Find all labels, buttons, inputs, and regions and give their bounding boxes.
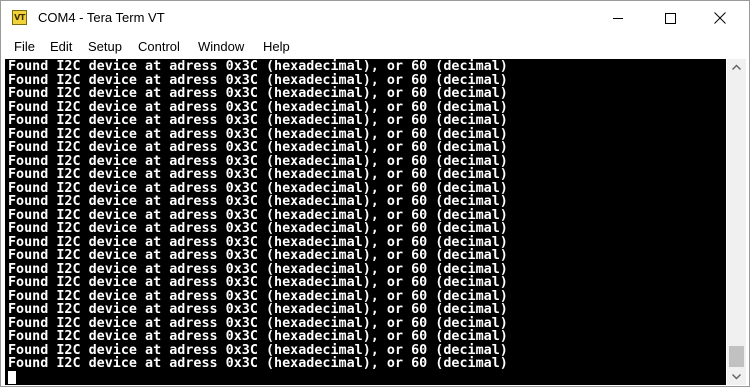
terminal-output[interactable]: Found I2C device at adress 0x3C (hexadec… — [5, 59, 726, 385]
terminal-line: Found I2C device at adress 0x3C (hexadec… — [8, 86, 508, 101]
menu-edit[interactable]: Edit — [50, 39, 72, 54]
terminal-line: Found I2C device at adress 0x3C (hexadec… — [8, 288, 508, 304]
scroll-up-button[interactable] — [727, 59, 746, 76]
terminal-line: Found I2C device at adress 0x3C (hexadec… — [8, 302, 508, 317]
scroll-up-arrow-icon — [732, 64, 741, 70]
vertical-scrollbar[interactable] — [727, 59, 746, 385]
tera-term-app-icon[interactable]: VT — [12, 10, 27, 25]
tera-term-window: VT COM4 - Tera Term VT File Edit Setup C… — [0, 0, 750, 387]
terminal-line: Found I2C device at adress 0x3C (hexadec… — [8, 315, 508, 331]
menu-control[interactable]: Control — [138, 39, 180, 54]
terminal-line: Found I2C device at adress 0x3C (hexadec… — [8, 356, 508, 371]
title-bar[interactable]: VT COM4 - Tera Term VT — [1, 1, 749, 35]
window-title: COM4 - Tera Term VT — [38, 10, 165, 25]
terminal-line: Found I2C device at adress 0x3C (hexadec… — [8, 234, 508, 250]
maximize-icon — [665, 13, 676, 24]
scrollbar-thumb[interactable] — [729, 346, 744, 367]
minimize-icon — [613, 18, 623, 19]
minimize-button[interactable] — [595, 1, 641, 35]
maximize-button[interactable] — [647, 1, 693, 35]
app-icon-label: VT — [14, 13, 25, 22]
terminal-line: Found I2C device at adress 0x3C (hexadec… — [8, 221, 508, 236]
terminal-line: Found I2C device at adress 0x3C (hexadec… — [8, 153, 508, 169]
scroll-down-arrow-icon — [732, 374, 741, 380]
menu-help[interactable]: Help — [263, 39, 290, 54]
terminal-line: Found I2C device at adress 0x3C (hexadec… — [8, 275, 508, 290]
terminal-line: Found I2C device at adress 0x3C (hexadec… — [8, 99, 508, 115]
terminal-cursor — [8, 371, 16, 384]
terminal-line: Found I2C device at adress 0x3C (hexadec… — [8, 180, 508, 196]
close-icon — [714, 12, 726, 24]
terminal-line: Found I2C device at adress 0x3C (hexadec… — [8, 126, 508, 142]
terminal-line: Found I2C device at adress 0x3C (hexadec… — [8, 59, 508, 74]
menu-setup[interactable]: Setup — [88, 39, 122, 54]
menu-window[interactable]: Window — [198, 39, 244, 54]
terminal-line: Found I2C device at adress 0x3C (hexadec… — [8, 167, 508, 182]
terminal-line: Found I2C device at adress 0x3C (hexadec… — [8, 248, 508, 263]
terminal-line: Found I2C device at adress 0x3C (hexadec… — [8, 207, 508, 223]
menu-file[interactable]: File — [14, 39, 35, 54]
scroll-down-button[interactable] — [727, 368, 746, 385]
terminal-line: Found I2C device at adress 0x3C (hexadec… — [8, 261, 508, 277]
terminal-line: Found I2C device at adress 0x3C (hexadec… — [8, 329, 508, 344]
terminal-line: Found I2C device at adress 0x3C (hexadec… — [8, 113, 508, 128]
menu-bar: File Edit Setup Control Window Help — [1, 35, 749, 59]
terminal-line: Found I2C device at adress 0x3C (hexadec… — [8, 140, 508, 155]
terminal-line: Found I2C device at adress 0x3C (hexadec… — [8, 342, 508, 358]
terminal-line: Found I2C device at adress 0x3C (hexadec… — [8, 72, 508, 88]
terminal-line: Found I2C device at adress 0x3C (hexadec… — [8, 194, 508, 209]
close-button[interactable] — [697, 1, 743, 35]
